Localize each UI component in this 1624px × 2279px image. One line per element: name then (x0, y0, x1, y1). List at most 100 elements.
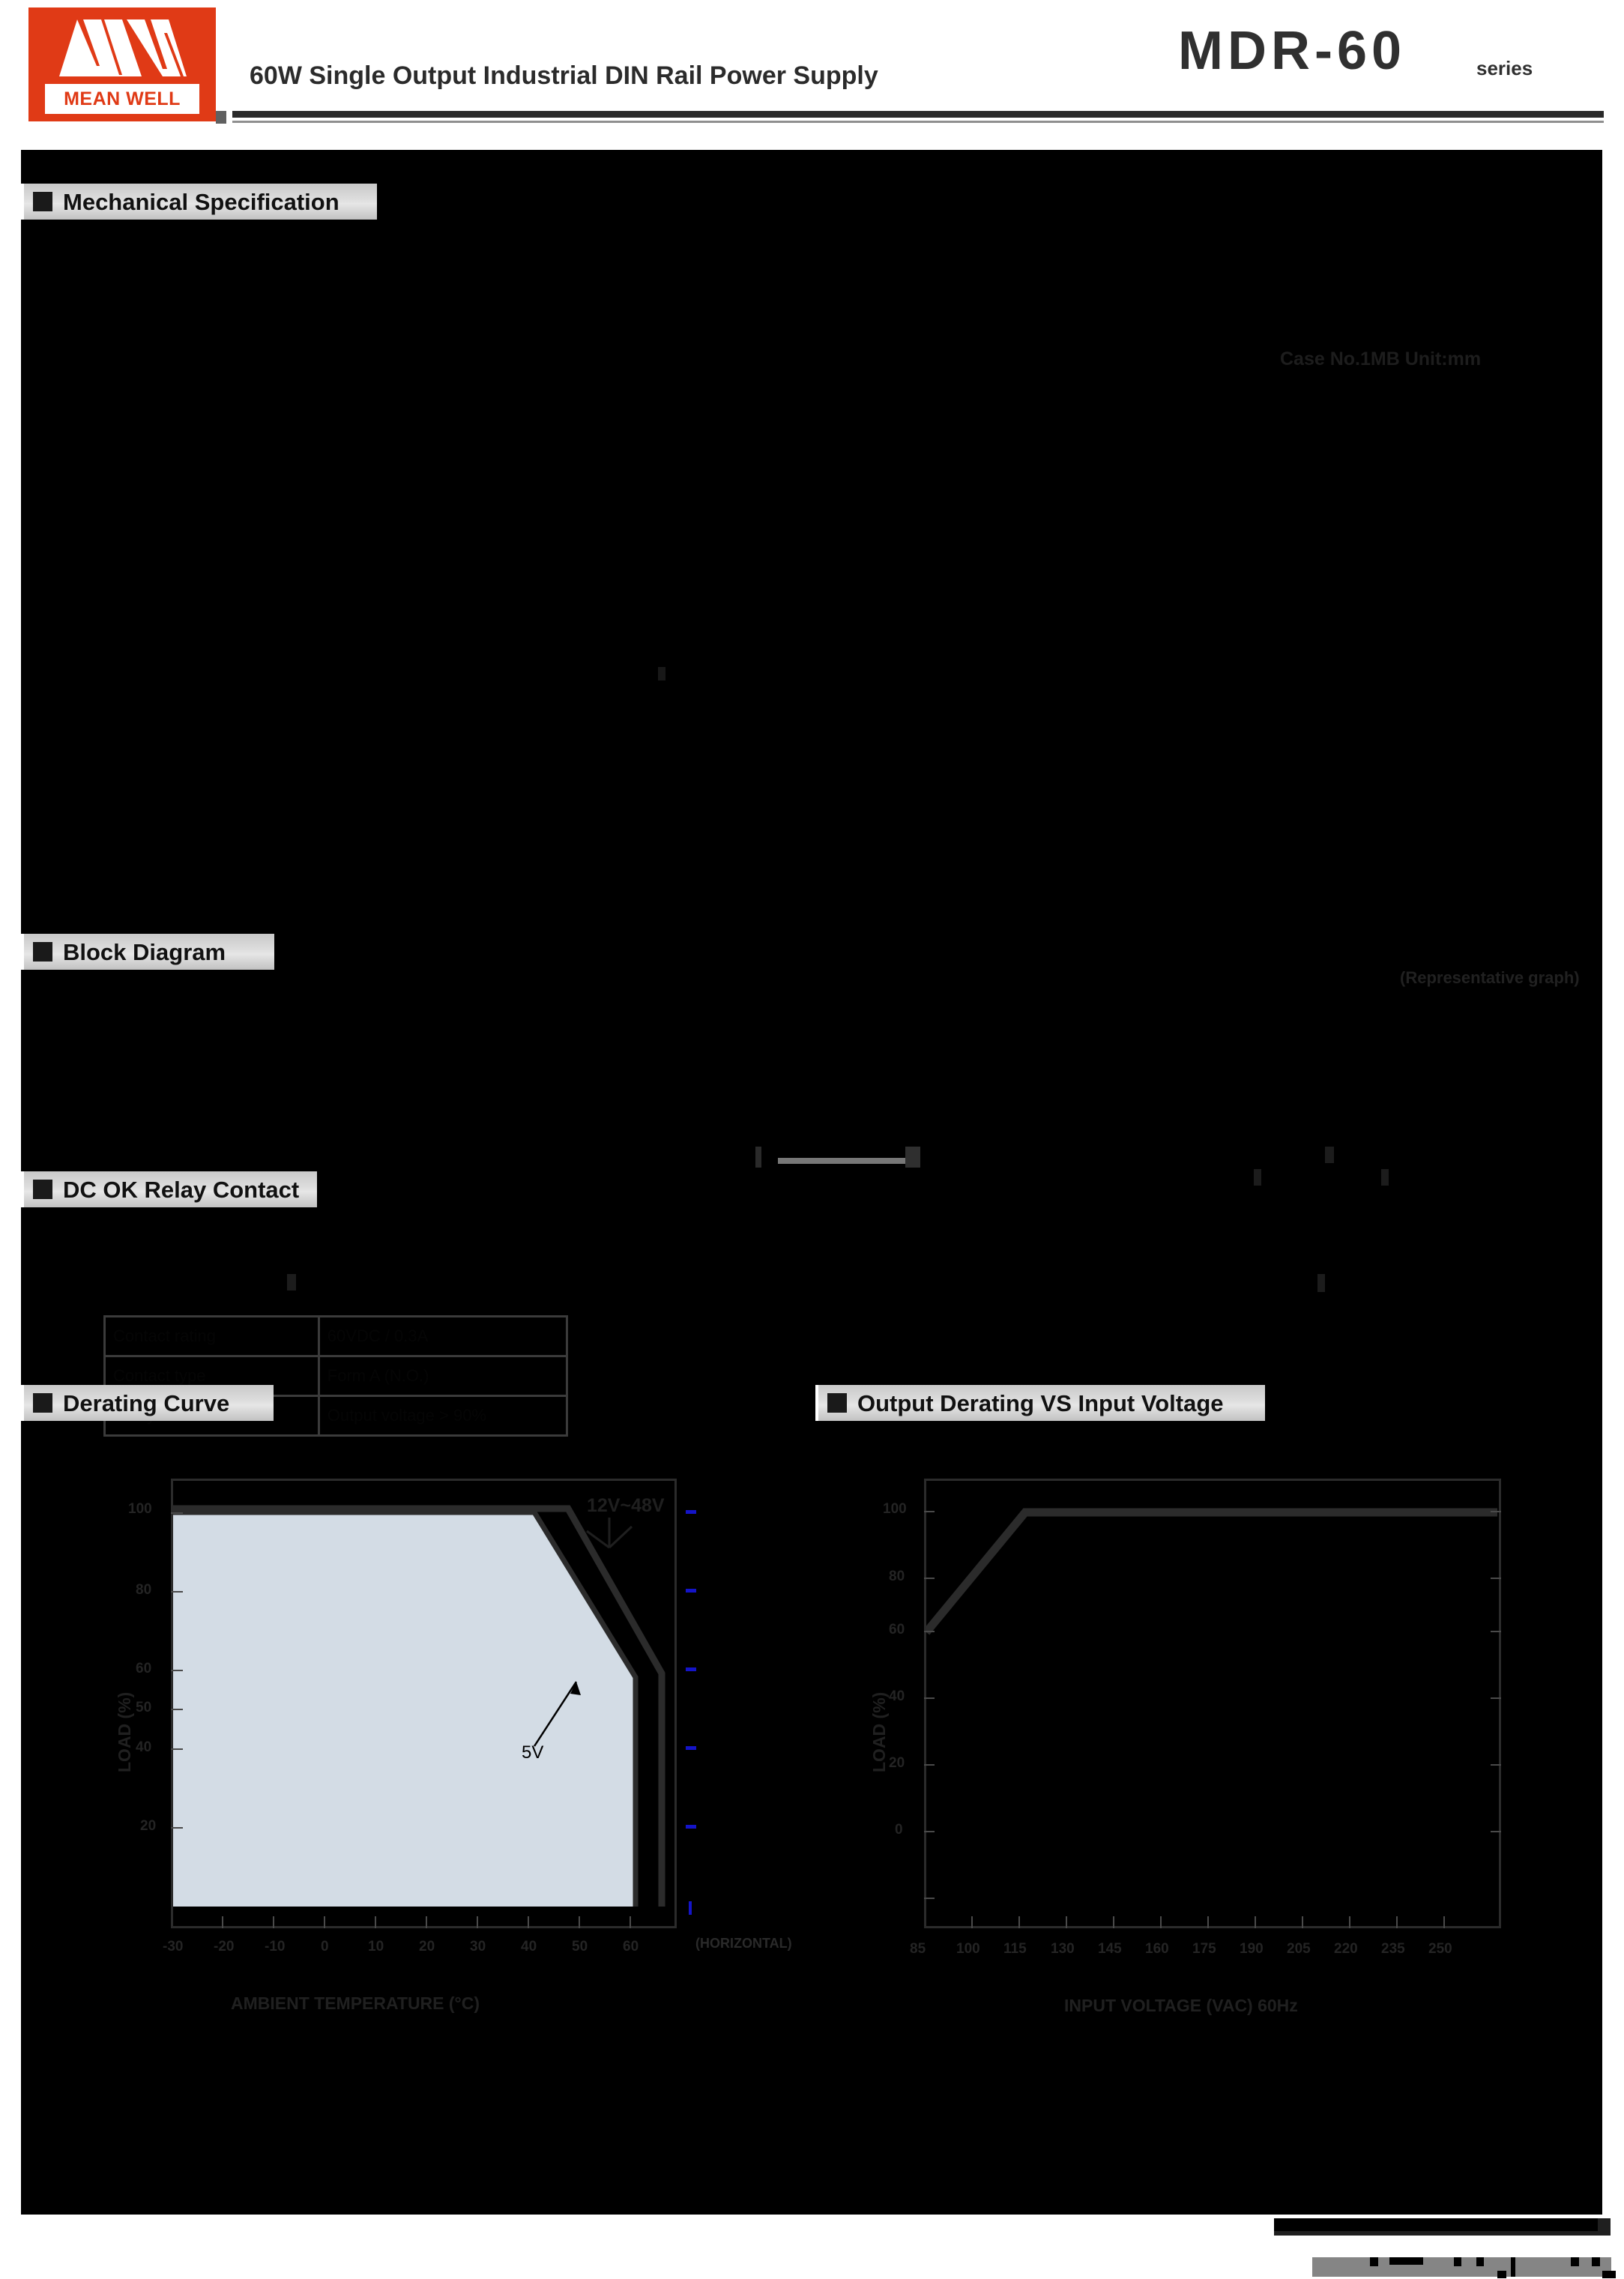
footer-mark (1476, 2257, 1484, 2266)
chart1-blue-tick (686, 1825, 696, 1829)
chart2-xtick (1443, 1916, 1445, 1928)
section-bullet-icon (33, 942, 52, 962)
content-canvas: Mechanical Specification Case No.1MB Uni… (21, 150, 1602, 2215)
chart2-ytick-label: 60 (889, 1622, 905, 1637)
mechanical-drawing-mark (658, 667, 665, 680)
header-rule-thick (232, 111, 1604, 118)
page-header: MEAN WELL 60W Single Output Industrial D… (0, 0, 1624, 131)
header-rule-thin (232, 121, 1604, 123)
section-title: DC OK Relay Contact (63, 1176, 300, 1203)
chart1-ytick-label: 20 (140, 1818, 157, 1834)
footer-mark (1592, 2257, 1600, 2266)
section-header-derating-curve: Derating Curve (21, 1385, 274, 1421)
chart1-ytick (171, 1827, 183, 1829)
logo-name-text: MEAN WELL (64, 88, 181, 109)
chart1-xtick (477, 1916, 478, 1928)
footer-mark (1571, 2257, 1579, 2266)
section-title: Derating Curve (63, 1389, 230, 1416)
chart2-xtick (1066, 1916, 1067, 1928)
product-title: 60W Single Output Industrial DIN Rail Po… (250, 61, 878, 90)
chart1-y-axis-title: LOAD (%) (115, 1691, 134, 1772)
chart2-ytick (924, 1631, 935, 1632)
chart2-ytick (924, 1831, 935, 1832)
mechanical-unit-note: Case No.1MB Unit:mm (1280, 348, 1482, 369)
chart1-x-unit: (HORIZONTAL) (695, 1936, 792, 1951)
chart2-xtick (1396, 1916, 1398, 1928)
datasheet-page: MEAN WELL 60W Single Output Industrial D… (0, 0, 1624, 2279)
chart2-ytick (924, 1578, 935, 1579)
block-diagram-wire (778, 1158, 905, 1164)
chart1-xtick (324, 1916, 325, 1928)
footer-mark (1454, 2257, 1461, 2266)
chart1-xtick (273, 1916, 274, 1928)
chart2-line-series (924, 1508, 1497, 1635)
relay-cell-val: 60VDC / 0.3A (317, 1315, 569, 1357)
chart1-xtick-label: 20 (419, 1939, 435, 1954)
chart2-xtick-label: 130 (1051, 1941, 1075, 1957)
block-diagram-node (1325, 1147, 1334, 1163)
chart2-xtick-label: 190 (1240, 1941, 1264, 1957)
section-header-output-derating: Output Derating VS Input Voltage (815, 1385, 1265, 1421)
footer-mark (1389, 2257, 1423, 2265)
section-title: Output Derating VS Input Voltage (857, 1389, 1224, 1416)
chart1-xtick (579, 1916, 580, 1928)
chart2-xtick (1113, 1916, 1114, 1928)
chart1-blue-tick (686, 1589, 696, 1593)
chart2-ytick-label: 0 (895, 1822, 903, 1838)
chart1-x-axis-title: AMBIENT TEMPERATURE (°C) (231, 1993, 480, 2013)
chart2-xtick (1349, 1916, 1350, 1928)
chart2-xtick-label: 220 (1334, 1941, 1358, 1957)
chart2-ytick (924, 1898, 935, 1899)
chart2-xtick (1302, 1916, 1303, 1928)
chart2-ytick-right (1491, 1831, 1501, 1832)
chart2-xtick-label: 250 (1428, 1941, 1452, 1957)
chart2-ytick-right (1491, 1697, 1501, 1699)
chart1-annotation-arrow (533, 1681, 581, 1747)
footer-mark (1370, 2257, 1378, 2266)
chart1-xtick-label: 10 (368, 1939, 384, 1954)
chart1-xtick-label: -20 (214, 1939, 235, 1954)
chart-output-derating-vs-input-voltage: 100 80 60 40 20 0 85 100 115 130 145 160 (853, 1458, 1587, 2035)
chart1-xtick-label: 40 (521, 1939, 537, 1954)
footer-black-band (1274, 2218, 1598, 2231)
chart2-xtick-label: 205 (1287, 1941, 1311, 1957)
chart2-xtick-label: 145 (1098, 1941, 1122, 1957)
chart1-blue-tick (689, 1901, 692, 1915)
chart2-xtick (1018, 1916, 1020, 1928)
chart2-ytick-right (1491, 1578, 1501, 1579)
section-title: Mechanical Specification (63, 188, 339, 215)
chart2-xtick-label: 175 (1192, 1941, 1216, 1957)
chart1-ytick-label: 50 (136, 1700, 152, 1715)
chart1-ytick-label: 80 (136, 1582, 152, 1598)
block-diagram-node (1317, 1274, 1325, 1292)
footer-mark (1602, 2271, 1616, 2278)
chart1-xtick-label: 0 (321, 1939, 329, 1954)
section-title: Block Diagram (63, 938, 226, 965)
chart1-xtick (222, 1916, 223, 1928)
model-name: MDR-60 (1178, 21, 1407, 81)
chart1-ytick (171, 1748, 183, 1750)
chart2-ytick-right (1491, 1764, 1501, 1766)
relay-cell-key: Contact rating (103, 1315, 320, 1357)
mw-monogram-icon (28, 13, 216, 81)
chart1-ytick-label: 60 (136, 1661, 152, 1676)
chart1-ytick-label: 100 (128, 1501, 152, 1517)
block-diagram-node (1254, 1169, 1261, 1186)
chart2-xtick (1160, 1916, 1162, 1928)
chart2-x-axis-title: INPUT VOLTAGE (VAC) 60Hz (1064, 1996, 1298, 2015)
chart1-ytick-label: 40 (136, 1739, 152, 1755)
section-bullet-icon (33, 1180, 52, 1199)
footer-mark (1497, 2271, 1506, 2278)
footer-divider (1511, 2257, 1515, 2277)
chart2-xtick-label: 160 (1145, 1941, 1169, 1957)
chart2-ytick (924, 1511, 935, 1512)
chart1-xtick (375, 1916, 376, 1928)
chart2-y-axis-title: LOAD (%) (869, 1691, 889, 1772)
chart1-ytick (171, 1709, 183, 1710)
meanwell-logo: MEAN WELL (28, 7, 216, 121)
section-bullet-icon (33, 192, 52, 211)
chart1-blue-tick (686, 1667, 696, 1671)
chart1-xtick-label: -10 (265, 1939, 286, 1954)
chart1-xtick (528, 1916, 529, 1928)
chart1-xtick (426, 1916, 427, 1928)
